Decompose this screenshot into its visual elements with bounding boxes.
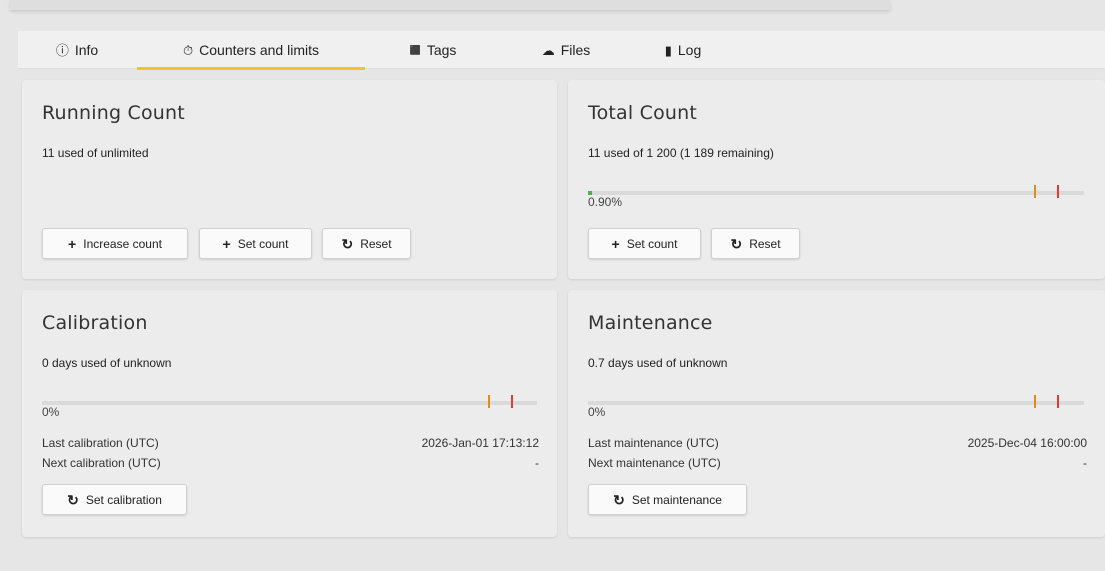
next-calibration-label: Next calibration (UTC) [42, 456, 161, 470]
button-label: Reset [360, 236, 392, 251]
plus-icon: + [222, 235, 231, 252]
percent-label: 0% [588, 405, 606, 419]
top-strip-shadow [10, 0, 890, 10]
last-maintenance-value: 2025-Dec-04 16:00:00 [967, 436, 1087, 450]
reset-icon: ↻ [730, 235, 743, 252]
warning-marker [1034, 185, 1036, 198]
increase-count-button[interactable]: + Increase count [42, 228, 188, 259]
tab-label: Info [74, 42, 99, 58]
tab-label: Tags [426, 42, 457, 58]
usage-text: 0 days used of unknown [42, 356, 172, 370]
tab-label: Files [560, 42, 591, 58]
reset-icon: ↻ [613, 491, 625, 508]
tag-icon: ⬛ [409, 44, 421, 55]
usage-text: 11 used of unlimited [42, 146, 149, 160]
usage-text: 11 used of 1 200 (1 189 remaining) [588, 146, 774, 160]
card-title: Maintenance [588, 312, 713, 334]
button-label: Set count [626, 236, 678, 251]
tab-counters-and-limits[interactable]: ⏱ Counters and limits [137, 31, 365, 70]
card-title: Running Count [42, 102, 185, 124]
button-label: Set count [237, 236, 289, 251]
tab-bar: ⓘ Info ⏱ Counters and limits ⬛ Tags ☁ Fi… [18, 31, 1105, 70]
total-count-progress-bar [588, 185, 1084, 198]
button-label: Reset [749, 236, 781, 251]
last-calibration-value: 2026-Jan-01 17:13:12 [421, 436, 539, 450]
next-calibration-value: - [535, 456, 539, 470]
tab-files[interactable]: ☁ Files [511, 31, 621, 69]
set-calibration-button[interactable]: ↻ Set calibration [42, 484, 187, 515]
button-label: Increase count [83, 236, 162, 251]
cloud-upload-icon: ☁ [541, 42, 555, 58]
reset-button[interactable]: ↻ Reset [322, 228, 411, 259]
info-circle-icon: ⓘ [55, 42, 69, 58]
top-strip [0, 0, 1105, 10]
last-maintenance-label: Last maintenance (UTC) [588, 436, 719, 450]
reset-button[interactable]: ↻ Reset [711, 228, 800, 259]
maintenance-card: Maintenance 0.7 days used of unknown 0% … [568, 290, 1105, 537]
critical-marker [1057, 185, 1059, 198]
critical-marker [1057, 395, 1059, 408]
stopwatch-icon: ⏱ [183, 42, 194, 58]
tab-tags[interactable]: ⬛ Tags [378, 31, 488, 69]
warning-marker [1034, 395, 1036, 408]
button-label: Set calibration [85, 492, 162, 507]
button-label: Set maintenance [631, 492, 722, 507]
set-count-button[interactable]: + Set count [199, 228, 312, 259]
calibration-card: Calibration 0 days used of unknown 0% La… [22, 290, 557, 537]
tab-label: Log [677, 42, 702, 58]
next-maintenance-label: Next maintenance (UTC) [588, 456, 721, 470]
set-count-button[interactable]: + Set count [588, 228, 701, 259]
reset-icon: ↻ [341, 235, 354, 252]
next-maintenance-value: - [1083, 456, 1087, 470]
total-count-card: Total Count 11 used of 1 200 (1 189 rema… [568, 80, 1105, 279]
card-title: Calibration [42, 312, 148, 334]
maintenance-progress-bar [588, 395, 1084, 408]
tab-label: Counters and limits [199, 42, 319, 58]
tab-info[interactable]: ⓘ Info [36, 31, 118, 69]
percent-label: 0% [42, 405, 60, 419]
percent-label: 0.90% [588, 195, 623, 209]
plus-icon: + [68, 235, 77, 252]
calibration-progress-bar [42, 395, 537, 408]
card-title: Total Count [588, 102, 698, 124]
set-maintenance-button[interactable]: ↻ Set maintenance [588, 484, 747, 515]
log-book-icon: ▮ [664, 42, 672, 58]
last-calibration-label: Last calibration (UTC) [42, 436, 159, 450]
tab-log[interactable]: ▮ Log [633, 31, 733, 69]
plus-icon: + [611, 235, 620, 252]
reset-icon: ↻ [67, 491, 79, 508]
usage-text: 0.7 days used of unknown [588, 356, 728, 370]
critical-marker [511, 395, 513, 408]
running-count-card: Running Count 11 used of unlimited + Inc… [22, 80, 557, 279]
warning-marker [488, 395, 490, 408]
